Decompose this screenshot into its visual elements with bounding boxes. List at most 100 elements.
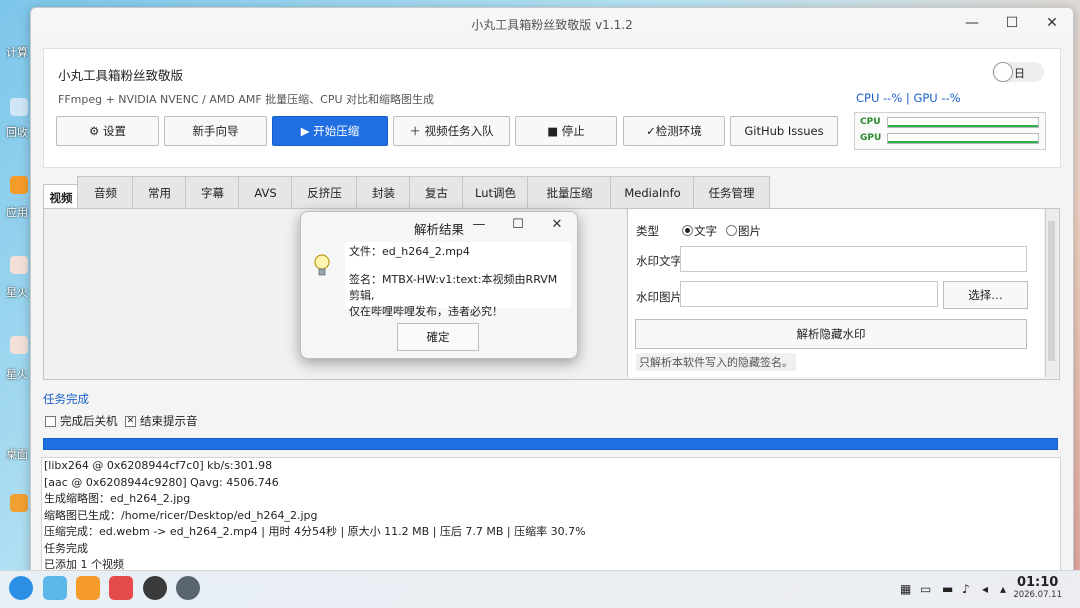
- dialog-close-button[interactable]: ✕: [547, 216, 567, 234]
- dialog-ok-button[interactable]: 確定: [397, 323, 479, 351]
- desktop-app-icon[interactable]: [10, 336, 28, 354]
- tab-task-manager[interactable]: 任务管理: [693, 176, 770, 210]
- watermark-text-input[interactable]: [680, 246, 1027, 272]
- log-line: [aac @ 0x6208944c9280] Qavg: 4506.746: [44, 475, 279, 489]
- dialog-message: 文件：ed_h264_2.mp4 签名：MTBX-HW:v1:text:本视频由…: [345, 242, 571, 318]
- radio-image[interactable]: [726, 225, 737, 236]
- close-button[interactable]: ✕: [1041, 13, 1063, 33]
- dialog-minimize-button[interactable]: —: [469, 216, 489, 234]
- terminal-icon[interactable]: [109, 576, 133, 600]
- bell-icon[interactable]: ♪: [962, 582, 970, 596]
- shutdown-label: 完成后关机: [60, 414, 118, 428]
- vertical-scrollbar[interactable]: [1045, 209, 1058, 377]
- desktop-label-fragment: 星火: [6, 368, 28, 381]
- tab-desqueeze[interactable]: 反挤压: [291, 176, 358, 210]
- cpu-label: CPU: [860, 117, 881, 127]
- clock-date: 2026.07.11: [1013, 590, 1062, 600]
- tab-lut[interactable]: Lut调色: [462, 176, 529, 210]
- stop-button[interactable]: ■ 停止: [515, 116, 617, 146]
- tab-subtitle[interactable]: 字幕: [185, 176, 240, 210]
- log-line: 缩略图已生成：/home/ricer/Desktop/ed_h264_2.jpg: [44, 508, 318, 522]
- tab-retro[interactable]: 复古: [409, 176, 464, 210]
- volume-icon[interactable]: ◂: [982, 582, 988, 596]
- app-store-icon[interactable]: [10, 176, 28, 194]
- enqueue-video-button[interactable]: ＋ 视频任务入队: [393, 116, 510, 146]
- dialog-title: 解析结果: [413, 222, 464, 237]
- tab-audio[interactable]: 音频: [77, 176, 134, 210]
- desktop-app-icon[interactable]: [10, 494, 28, 512]
- window-title: 小丸工具箱粉丝致敬版 v1.1.2: [471, 18, 633, 32]
- parse-watermark-button[interactable]: 解析隐藏水印: [635, 319, 1027, 349]
- network-icon[interactable]: ▴: [1000, 582, 1006, 596]
- desktop-label-fragment: 回收: [6, 126, 28, 139]
- watermark-text-label: 水印文字: [636, 254, 682, 268]
- battery-icon[interactable]: ▭: [920, 582, 931, 596]
- gpu-label: GPU: [860, 133, 882, 143]
- log-line: 任务完成: [44, 541, 88, 555]
- launcher-icon[interactable]: [9, 576, 33, 600]
- app-description: FFmpeg + NVIDIA NVENC / AMD AMF 批量压缩、CPU…: [58, 93, 435, 106]
- app-name: 小丸工具箱粉丝致敬版: [58, 68, 184, 83]
- type-label: 类型: [636, 224, 659, 238]
- lightbulb-icon: [314, 254, 330, 276]
- tab-mux[interactable]: 封装: [356, 176, 411, 210]
- log-line: 生成缩略图：ed_h264_2.jpg: [44, 492, 191, 505]
- keyboard-icon[interactable]: ▦: [900, 582, 911, 596]
- dialog-file-line: 文件：ed_h264_2.mp4: [349, 245, 470, 258]
- gpu-bar: [887, 133, 1039, 144]
- app-store-icon[interactable]: [76, 576, 100, 600]
- watermark-image-label: 水印图片: [636, 290, 682, 304]
- scrollbar-thumb[interactable]: [1048, 221, 1055, 361]
- desktop-label-fragment: 星火: [6, 286, 28, 299]
- dialog-signature-line2: 仅在哔哩哔哩发布，违者必究！: [349, 305, 503, 318]
- gear-icon[interactable]: [143, 576, 167, 600]
- radio-text[interactable]: [682, 225, 693, 236]
- header-panel: 小丸工具箱粉丝致敬版 FFmpeg + NVIDIA NVENC / AMD A…: [43, 48, 1061, 168]
- radio-text-label: 文字: [694, 224, 717, 238]
- desktop-label-fragment: 应用: [6, 206, 28, 219]
- minimize-button[interactable]: —: [961, 13, 983, 33]
- tab-common[interactable]: 常用: [132, 176, 187, 210]
- guide-button[interactable]: 新手向导: [164, 116, 267, 146]
- choose-file-button[interactable]: 选择…: [943, 281, 1028, 309]
- radio-image-label: 图片: [738, 224, 761, 238]
- shutdown-checkbox[interactable]: [45, 415, 56, 427]
- watermark-image-input[interactable]: [680, 281, 938, 307]
- dialog-signature-line: 签名：MTBX-HW:v1:text:本视频由RRVM剪辑,: [349, 273, 558, 302]
- usage-monitor: CPU GPU: [854, 112, 1046, 150]
- clock[interactable]: 01:10 2026.07.11: [1013, 575, 1062, 600]
- check-env-button[interactable]: ✓检测环境: [623, 116, 725, 146]
- sound-checkbox-row[interactable]: ✕ 结束提示音: [125, 413, 198, 429]
- settings-gear-icon[interactable]: [176, 576, 200, 600]
- tab-avs[interactable]: AVS: [238, 176, 293, 210]
- task-status: 任务完成: [43, 392, 89, 406]
- shutdown-checkbox-row[interactable]: 完成后关机: [45, 413, 118, 429]
- github-issues-button[interactable]: GitHub Issues: [730, 116, 838, 146]
- start-compress-button[interactable]: ▶ 开始压缩: [272, 116, 388, 146]
- settings-button[interactable]: ⚙ 设置: [56, 116, 159, 146]
- desktop-icons: 计算 回收 应用 星火 星火 桌面: [0, 0, 30, 570]
- cpu-bar: [887, 117, 1039, 128]
- desktop-app-icon[interactable]: [10, 256, 28, 274]
- tab-mediainfo[interactable]: MediaInfo: [610, 176, 695, 210]
- tab-batch[interactable]: 批量压缩: [527, 176, 612, 210]
- log-output[interactable]: [libx264 @ 0x6208944cf7c0] kb/s:301.98 […: [41, 457, 1061, 571]
- title-bar: 小丸工具箱粉丝致敬版 v1.1.2 — ☐ ✕: [31, 8, 1073, 38]
- watermark-panel: 类型 文字 图片 水印文字 水印图片 选择… 解析隐藏水印 只解析本软件写入的隐…: [627, 209, 1044, 377]
- theme-toggle[interactable]: 日: [992, 62, 1044, 82]
- maximize-button[interactable]: ☐: [1001, 13, 1023, 33]
- recycle-bin-icon[interactable]: [10, 98, 28, 116]
- file-manager-icon[interactable]: [43, 576, 67, 600]
- gpu-bar-fill: [888, 141, 1038, 143]
- taskbar: ▦ ▭ ▬ ♪ ◂ ▴ 01:10 2026.07.11: [0, 570, 1080, 608]
- desktop-label-fragment: 桌面: [6, 448, 28, 461]
- display-icon[interactable]: ▬: [942, 582, 953, 596]
- log-line: 压缩完成：ed.webm -> ed_h264_2.mp4 | 用时 4分54秒…: [44, 525, 586, 538]
- theme-label: 日: [1014, 67, 1025, 80]
- usage-readout: CPU --% | GPU --%: [856, 91, 961, 105]
- sound-checkbox[interactable]: ✕: [125, 415, 136, 427]
- sound-label: 结束提示音: [140, 414, 198, 428]
- cpu-bar-fill: [888, 125, 1038, 127]
- toggle-knob: [993, 62, 1013, 82]
- dialog-maximize-button[interactable]: ☐: [508, 216, 528, 234]
